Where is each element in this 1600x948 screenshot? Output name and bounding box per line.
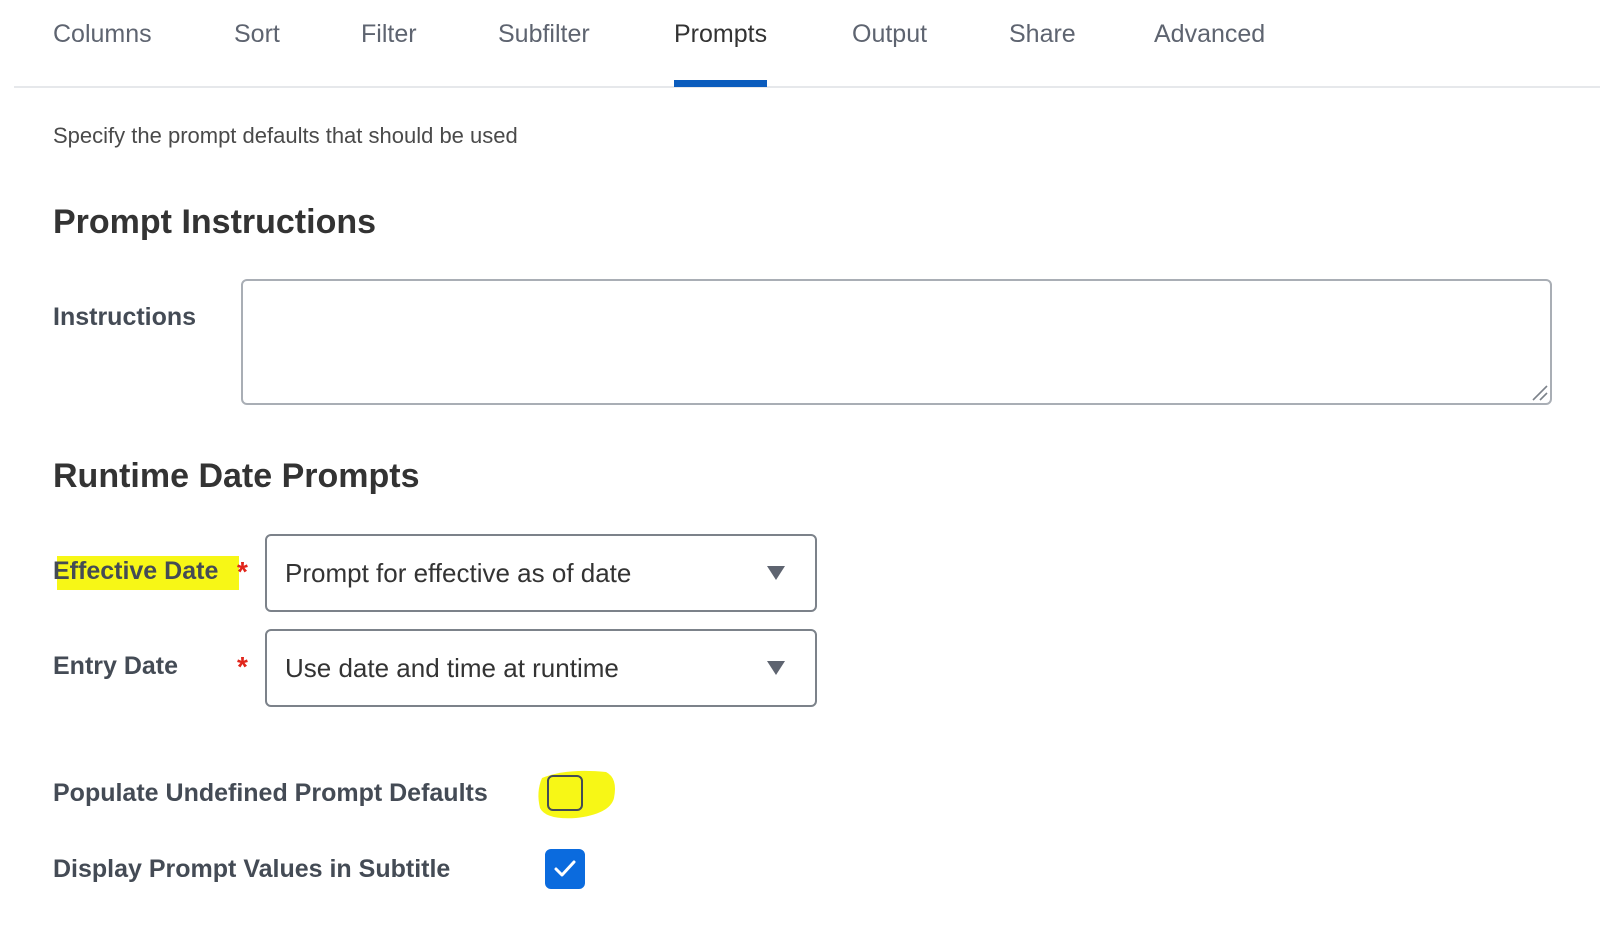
section-title-prompt-instructions: Prompt Instructions [53,203,377,241]
populate-undefined-checkbox[interactable] [547,775,583,811]
tab-sort[interactable]: Sort [234,20,280,86]
required-asterisk: * [237,556,248,587]
tab-columns[interactable]: Columns [53,20,152,86]
tab-share[interactable]: Share [1009,20,1076,86]
instructions-label: Instructions [53,303,197,331]
instructions-textarea[interactable] [241,279,1552,405]
tab-output[interactable]: Output [852,20,927,86]
display-prompt-values-label: Display Prompt Values in Subtitle [53,855,451,883]
section-title-runtime-date-prompts: Runtime Date Prompts [53,457,420,495]
tab-filter[interactable]: Filter [361,20,417,86]
checkmark-icon [554,860,576,877]
effective-date-select[interactable]: Prompt for effective as of date [265,534,817,612]
caret-down-icon [767,566,785,580]
tab-prompts[interactable]: Prompts [674,20,768,87]
effective-date-label: Effective Date [53,557,219,585]
active-tab-indicator [674,80,768,87]
resize-grip-icon[interactable] [1530,383,1548,401]
report-prompts-page: Columns Sort Filter Subfilter Prompts Ou… [0,0,1600,948]
effective-date-value: Prompt for effective as of date [285,558,632,588]
caret-down-icon [767,661,785,675]
display-prompt-values-checkbox[interactable] [545,849,585,889]
entry-date-select[interactable]: Use date and time at runtime [265,629,817,707]
tab-advanced[interactable]: Advanced [1154,20,1265,86]
entry-date-label: Entry Date [53,652,179,680]
entry-date-value: Use date and time at runtime [285,653,619,683]
page-description: Specify the prompt defaults that should … [53,123,518,148]
required-asterisk: * [237,651,248,682]
tab-bar: Columns Sort Filter Subfilter Prompts Ou… [14,0,1600,88]
populate-undefined-label: Populate Undefined Prompt Defaults [53,779,488,807]
tab-subfilter[interactable]: Subfilter [498,20,590,86]
